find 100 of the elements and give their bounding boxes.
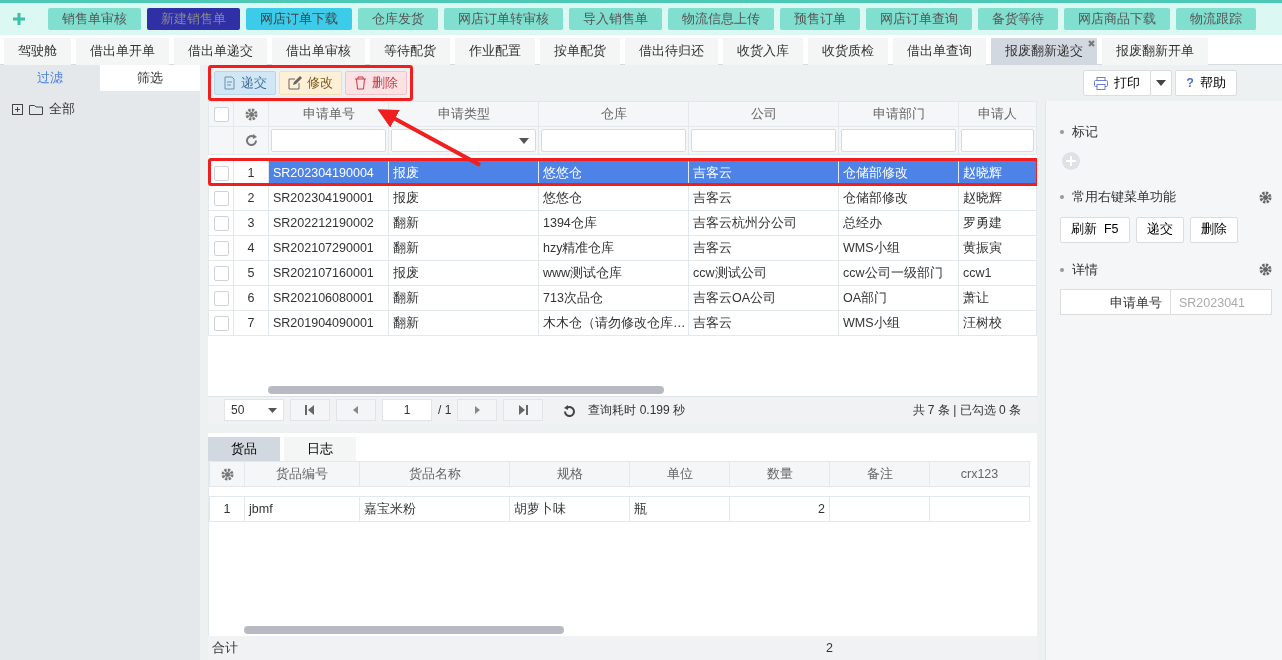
menu-button[interactable]: 新建销售单 [147, 8, 240, 30]
caret-icon [519, 137, 529, 144]
toolbar-button[interactable]: 修改 [279, 71, 342, 95]
filter-field[interactable] [841, 129, 956, 152]
column-header[interactable]: 申请人 [958, 101, 1037, 127]
panel-tab[interactable]: 筛选 [100, 65, 200, 91]
detail-tab[interactable]: 货品 [208, 437, 280, 462]
page-count: / 1 [438, 402, 452, 420]
toolbar-button[interactable]: 递交 [214, 71, 276, 95]
table-cell: ccw1 [958, 260, 1037, 286]
table-cell: 赵晓辉 [958, 185, 1037, 211]
table-cell: 黄振寅 [958, 235, 1037, 261]
menu-button[interactable]: 网店订单查询 [866, 8, 972, 30]
add-icon [12, 12, 26, 26]
column-header[interactable]: 货品名称 [359, 461, 510, 487]
menu-button[interactable]: 备货等待 [978, 8, 1058, 30]
first-page-button[interactable] [290, 399, 330, 422]
page-tab[interactable]: 借出单审核 [272, 38, 365, 65]
page-tab[interactable]: 借出单查询 [893, 38, 986, 65]
table-cell: 汪树校 [958, 310, 1037, 336]
menu-button[interactable]: 网店订单转审核 [444, 8, 563, 30]
table-cell: SR202107160001 [268, 260, 389, 286]
column-header[interactable]: 申请单号 [268, 101, 389, 127]
filter-field[interactable] [541, 129, 686, 152]
menu-button[interactable]: 物流跟踪 [1176, 8, 1256, 30]
close-icon[interactable] [1088, 40, 1095, 47]
table-cell: 翻新 [388, 210, 539, 236]
action-button[interactable]: 递交 [1135, 216, 1184, 243]
next-page-button[interactable] [457, 399, 498, 422]
scrollbar[interactable] [244, 626, 564, 635]
scrollbar[interactable] [268, 386, 664, 394]
column-header[interactable]: 单位 [629, 461, 730, 487]
detail-tab[interactable]: 日志 [284, 437, 356, 462]
table-cell: SR202304190001 [268, 185, 389, 211]
column-header[interactable]: 公司 [688, 101, 839, 127]
document-icon [223, 76, 236, 90]
column-header[interactable]: 货品编号 [244, 461, 360, 487]
settings-icon[interactable] [1259, 263, 1272, 277]
filter-field[interactable] [961, 129, 1034, 152]
page-tab[interactable]: 按单配货 [540, 38, 620, 65]
help-button[interactable]: ? 帮助 [1175, 70, 1237, 96]
action-button[interactable]: 刷新 F5 [1060, 216, 1130, 243]
row-number: 1 [209, 496, 245, 522]
menu-button[interactable]: 销售单审核 [48, 8, 141, 30]
table-cell: 总经办 [838, 210, 959, 236]
page-field[interactable]: 1 [382, 399, 432, 422]
column-header[interactable]: 申请部门 [838, 101, 959, 127]
checkbox[interactable] [213, 265, 229, 281]
column-header[interactable]: 申请类型 [388, 101, 539, 127]
checkbox[interactable] [213, 240, 229, 256]
last-page-icon [518, 405, 529, 416]
table-cell: 吉客云 [688, 310, 839, 336]
settings-icon[interactable] [1259, 190, 1272, 204]
filter-field[interactable] [271, 129, 386, 152]
filter-field[interactable] [691, 129, 836, 152]
checkbox[interactable] [213, 106, 229, 122]
trash-icon [354, 76, 367, 90]
table-cell: SR202106080001 [268, 285, 389, 311]
menu-button[interactable]: 物流信息上传 [668, 8, 774, 30]
printer-icon [1094, 76, 1109, 90]
page-tab[interactable]: 借出单递交 [174, 38, 267, 65]
tree-item[interactable]: 全部 [49, 100, 75, 119]
column-header[interactable]: crx123 [929, 461, 1030, 487]
table-cell: OA部门 [838, 285, 959, 311]
print-button[interactable]: 打印 [1083, 70, 1152, 96]
filter-dropdown[interactable] [391, 129, 536, 152]
last-page-button[interactable] [503, 399, 544, 422]
column-header[interactable]: 数量 [729, 461, 830, 487]
dropdown-button[interactable] [1150, 70, 1173, 96]
table-cell: 嘉宝米粉 [359, 496, 510, 522]
settings-icon [220, 468, 234, 482]
checkbox[interactable] [213, 190, 229, 206]
page-tab[interactable]: 借出待归还 [625, 38, 718, 65]
page-tab[interactable]: 收货质检 [808, 38, 888, 65]
table-cell: 罗勇建 [958, 210, 1037, 236]
column-header[interactable]: 规格 [509, 461, 630, 487]
column-header[interactable]: 仓库 [538, 101, 689, 127]
page-tab[interactable]: 等待配货 [370, 38, 450, 65]
page-tab[interactable]: 借出单开单 [76, 38, 169, 65]
toolbar-button[interactable]: 删除 [345, 71, 407, 95]
page-tab[interactable]: 报废翻新开单 [1102, 38, 1208, 65]
checkbox[interactable] [213, 290, 229, 306]
previous-page-button[interactable] [336, 399, 376, 422]
add-icon[interactable] [1062, 151, 1080, 170]
checkbox[interactable] [213, 215, 229, 231]
page-size-select[interactable]: 50 [224, 399, 284, 422]
checkbox[interactable] [213, 165, 229, 181]
page-tab[interactable]: 收货入库 [723, 38, 803, 65]
page-tab[interactable]: 报废翻新递交 [991, 38, 1097, 65]
menu-button[interactable]: 导入销售单 [569, 8, 662, 30]
menu-button[interactable]: 仓库发货 [358, 8, 438, 30]
page-tab[interactable]: 作业配置 [455, 38, 535, 65]
menu-button[interactable]: 网店订单下载 [246, 8, 352, 30]
menu-button[interactable]: 网店商品下载 [1064, 8, 1170, 30]
column-header[interactable]: 备注 [829, 461, 930, 487]
action-button[interactable]: 删除 [1189, 216, 1238, 243]
menu-button[interactable]: 预售订单 [780, 8, 860, 30]
refresh-icon [244, 134, 258, 148]
checkbox[interactable] [213, 315, 229, 331]
page-tab[interactable]: 驾驶舱 [4, 38, 71, 65]
